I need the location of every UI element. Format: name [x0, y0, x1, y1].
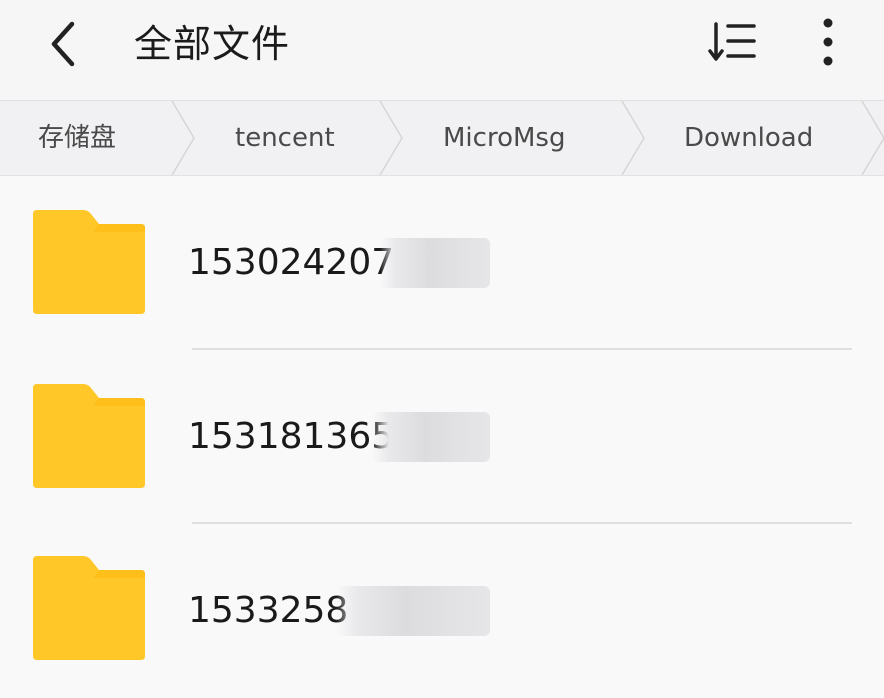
breadcrumb-item-tencent[interactable]: tencent	[235, 101, 335, 175]
file-name: 1533258	[188, 590, 349, 631]
folder-icon	[33, 210, 145, 314]
app-header: 全部文件	[0, 0, 884, 101]
folder-icon	[33, 556, 145, 660]
breadcrumb-item-storage[interactable]: 存储盘	[38, 101, 116, 175]
file-list: 153024207 153181365 1533258	[0, 176, 884, 664]
breadcrumb-separator-icon	[379, 101, 403, 175]
sort-button[interactable]	[704, 16, 762, 68]
breadcrumb-item-micromsg[interactable]: MicroMsg	[443, 101, 565, 175]
folder-icon	[33, 384, 145, 488]
file-name: 153181365	[188, 416, 395, 457]
breadcrumb-separator-icon	[621, 101, 645, 175]
breadcrumb-item-download[interactable]: Download	[684, 101, 813, 175]
list-item[interactable]: 153024207	[0, 176, 884, 350]
more-vertical-icon	[823, 18, 833, 66]
breadcrumb-separator-icon	[861, 101, 884, 175]
file-name: 153024207	[188, 242, 395, 283]
redaction-blur	[372, 412, 490, 462]
breadcrumb-separator-icon	[171, 101, 195, 175]
chevron-left-icon	[51, 21, 75, 67]
redaction-blur	[336, 586, 490, 636]
breadcrumb: 存储盘 tencent MicroMsg Download	[0, 101, 884, 176]
more-options-button[interactable]	[808, 14, 848, 70]
back-button[interactable]	[38, 14, 90, 74]
redaction-blur	[380, 238, 490, 288]
sort-list-icon	[708, 22, 756, 61]
list-item[interactable]: 153181365	[0, 350, 884, 524]
page-title: 全部文件	[134, 22, 291, 66]
list-item[interactable]: 1533258	[0, 524, 884, 698]
